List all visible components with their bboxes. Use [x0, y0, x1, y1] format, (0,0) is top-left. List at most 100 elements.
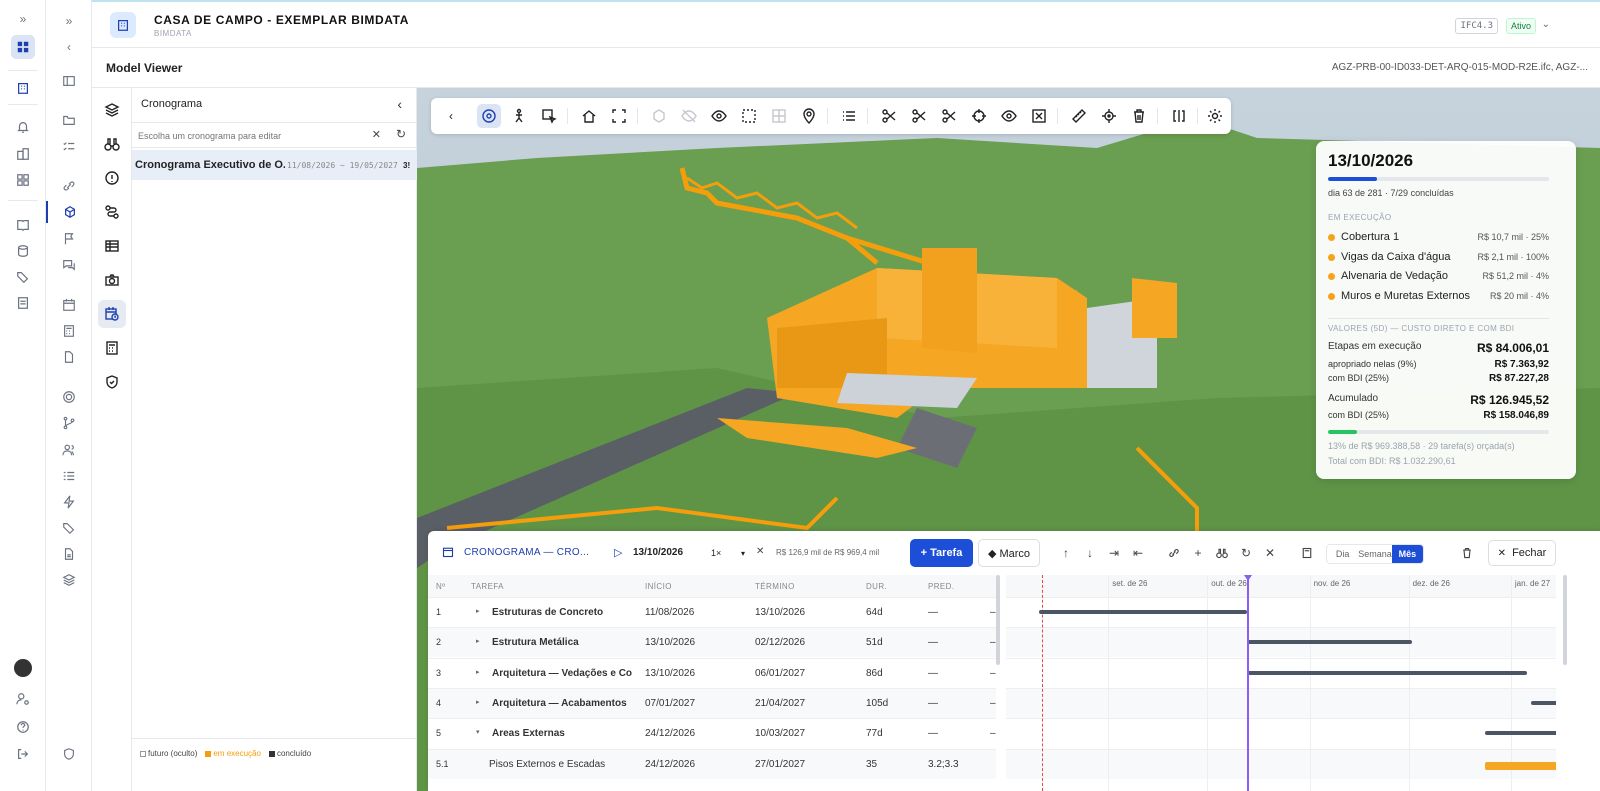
file-icon[interactable] — [46, 543, 92, 565]
alert-icon[interactable] — [98, 164, 126, 192]
crosshair-icon[interactable] — [967, 104, 991, 128]
binoculars-icon[interactable] — [1215, 546, 1229, 560]
task-start[interactable]: 11/08/2026 — [645, 607, 694, 618]
ruler-icon[interactable] — [1067, 104, 1091, 128]
shield-check-icon[interactable] — [98, 368, 126, 396]
gantt-bar[interactable] — [1039, 610, 1247, 614]
trash-icon[interactable] — [1127, 104, 1151, 128]
section-z-icon[interactable] — [937, 104, 961, 128]
calculator-icon[interactable] — [1300, 546, 1314, 560]
table-row[interactable]: 5 ▾ Áreas Externas 24/12/2026 10/03/2027 77d —… — [428, 718, 996, 748]
task-duration[interactable]: 86d — [866, 668, 883, 679]
document-icon[interactable] — [46, 346, 92, 368]
running-task-row[interactable]: Cobertura 1 R$ 10,7 mil · 25% — [1328, 229, 1549, 247]
tags-icon[interactable] — [0, 266, 46, 288]
model-file-name[interactable]: AGZ-PRB-00-ID033-DET-ARQ-015-MOD-R2E.ifc… — [1332, 62, 1588, 73]
task-duration[interactable]: 105d — [866, 698, 888, 709]
route-icon[interactable] — [98, 198, 126, 226]
layout-icon[interactable] — [46, 70, 92, 92]
gantt-bar[interactable] — [1246, 640, 1412, 645]
task-name[interactable]: Arquitetura — Acabamentos — [492, 698, 642, 709]
table-row[interactable]: 2 ▸ Estrutura Metálica 13/10/2026 02/12/2026… — [428, 627, 996, 658]
gantt-bar[interactable] — [1530, 700, 1556, 705]
chevron-left-icon[interactable]: ‹ — [46, 36, 92, 58]
grid-icon[interactable] — [767, 104, 791, 128]
users-icon[interactable] — [46, 439, 92, 461]
task-end[interactable]: 02/12/2026 — [755, 637, 805, 648]
outdent-icon[interactable]: ⇤ — [1131, 546, 1145, 560]
select-icon[interactable] — [537, 104, 561, 128]
help-icon[interactable] — [0, 716, 46, 738]
expand-caret-icon[interactable]: ▸ — [476, 668, 480, 676]
walk-icon[interactable] — [507, 104, 531, 128]
link-icon[interactable] — [46, 175, 92, 197]
calculator-icon[interactable] — [98, 334, 126, 362]
section-y-icon[interactable] — [907, 104, 931, 128]
close-box-icon[interactable] — [1027, 104, 1051, 128]
logout-icon[interactable] — [0, 743, 46, 765]
task-duration[interactable]: 77d — [866, 728, 883, 739]
link-icon[interactable] — [1167, 546, 1181, 560]
table-icon[interactable] — [98, 232, 126, 260]
building-icon[interactable] — [0, 77, 46, 99]
layers-icon[interactable] — [98, 96, 126, 124]
expand-caret-icon[interactable]: ▾ — [476, 728, 480, 736]
chevron-down-icon[interactable]: ⌄ — [1542, 19, 1550, 30]
running-task-row[interactable]: Alvenaria de Vedação R$ 51,2 mil · 4% — [1328, 268, 1549, 286]
task-end[interactable]: 10/03/2027 — [755, 728, 805, 739]
expand-caret-icon[interactable]: ▸ — [476, 698, 480, 706]
checklist-icon[interactable] — [46, 136, 92, 158]
task-end[interactable]: 06/01/2027 — [755, 668, 805, 679]
report-icon[interactable] — [0, 292, 46, 314]
expand-caret-icon[interactable]: ▸ — [476, 637, 480, 645]
app-grid-icon[interactable] — [0, 35, 46, 59]
list-icon[interactable] — [46, 465, 92, 487]
lightning-icon[interactable] — [46, 491, 92, 513]
branch-icon[interactable] — [46, 412, 92, 434]
table-scrollbar[interactable] — [996, 575, 1000, 665]
gear-icon[interactable] — [1203, 104, 1227, 128]
database-icon[interactable] — [0, 240, 46, 262]
running-task-row[interactable]: Vigas da Caixa d'água R$ 2,1 mil · 100% — [1328, 249, 1549, 267]
speed-select[interactable]: 1× ▾ — [708, 544, 748, 562]
expand-icon[interactable]: » — [46, 10, 92, 32]
play-icon[interactable]: ▷ — [614, 546, 622, 559]
view-day-button[interactable]: Dia — [1327, 545, 1358, 563]
expand-caret-icon[interactable]: ▸ — [476, 607, 480, 615]
user-avatar-icon[interactable] — [0, 657, 46, 679]
task-predecessor[interactable]: — — [928, 607, 938, 618]
task-duration[interactable]: 35 — [866, 759, 877, 770]
close-schedule-button[interactable]: ✕ Fechar — [1488, 540, 1556, 566]
task-end[interactable]: 27/01/2027 — [755, 759, 805, 770]
home-icon[interactable] — [577, 104, 601, 128]
gantt-chart[interactable]: set. de 26 out. de 26 nov. de 26 dez. de 26… — [1006, 575, 1556, 791]
task-name[interactable]: Estruturas de Concreto — [492, 607, 642, 618]
eye-off-icon[interactable] — [677, 104, 701, 128]
refresh-icon[interactable]: ↻ — [396, 127, 406, 141]
task-start[interactable]: 13/10/2026 — [645, 637, 695, 648]
stop-icon[interactable]: ✕ — [756, 546, 764, 557]
gantt-scrollbar[interactable] — [1563, 575, 1567, 665]
task-name[interactable]: Áreas Externas — [492, 728, 642, 739]
schedule-icon[interactable] — [98, 300, 126, 328]
task-start[interactable]: 24/12/2026 — [645, 759, 695, 770]
today-marker-icon[interactable] — [1243, 575, 1252, 581]
task-start[interactable]: 24/12/2026 — [645, 728, 695, 739]
layers-icon[interactable] — [46, 569, 92, 591]
section-x-icon[interactable] — [877, 104, 901, 128]
add-task-button[interactable]: + Tarefa — [910, 539, 973, 567]
gantt-bar[interactable] — [1246, 670, 1528, 675]
camera-icon[interactable] — [98, 266, 126, 294]
folder-icon[interactable] — [46, 109, 92, 131]
task-name[interactable]: Arquitetura — Vedações e Co — [492, 668, 642, 679]
eye-icon[interactable] — [997, 104, 1021, 128]
tag-icon[interactable] — [46, 517, 92, 539]
arrow-down-icon[interactable]: ↓ — [1083, 546, 1097, 560]
task-name[interactable]: Estrutura Metálica — [492, 637, 642, 648]
calculator-icon[interactable] — [46, 320, 92, 342]
arrow-up-icon[interactable]: ↑ — [1059, 546, 1073, 560]
point-icon[interactable] — [1097, 104, 1121, 128]
eye-icon[interactable] — [707, 104, 731, 128]
split-view-icon[interactable] — [1167, 104, 1191, 128]
3d-viewer[interactable]: ‹ 13/10/2026 dia 63 de 281 · 7/29 conclu… — [417, 88, 1600, 791]
